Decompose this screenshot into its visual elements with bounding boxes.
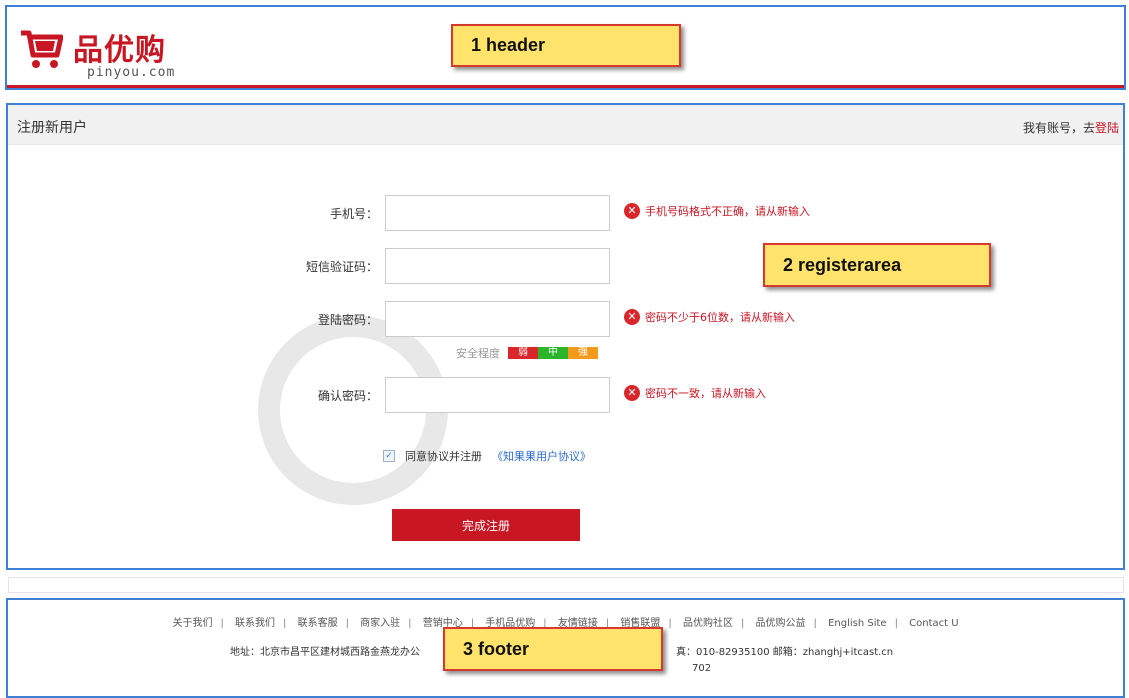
agree-checkbox[interactable]: ✓ xyxy=(383,450,395,462)
password-error: ✕ 密码不少于6位数，请从新输入 xyxy=(624,309,795,325)
error-icon: ✕ xyxy=(624,309,640,325)
phone-error-text: 手机号码格式不正确，请从新输入 xyxy=(645,205,810,218)
phone-input[interactable] xyxy=(385,195,610,231)
register-title: 注册新用户 xyxy=(17,120,87,136)
confirm-password-row: 确认密码： ✕ 密码不一致，请从新输入 xyxy=(8,377,1123,413)
footer-link[interactable]: Contact U xyxy=(909,618,958,629)
confirm-password-error: ✕ 密码不一致，请从新输入 xyxy=(624,385,766,401)
header-divider xyxy=(7,85,1124,88)
password-error-text: 密码不少于6位数，请从新输入 xyxy=(645,311,795,324)
confirm-password-label: 确认密码： xyxy=(317,389,378,403)
header-callout: 1 header xyxy=(451,24,681,67)
phone-label: 手机号： xyxy=(329,207,378,221)
submit-register-button[interactable]: 完成注册 xyxy=(392,509,580,541)
register-callout: 2 registerarea xyxy=(763,243,991,287)
login-link[interactable]: 登陆 xyxy=(1095,121,1119,135)
footer-link[interactable]: 商家入驻 xyxy=(360,618,400,629)
strength-label: 安全程度 xyxy=(456,347,500,360)
footer-address: 地址：北京市昌平区建材城西路金燕龙办公 xyxy=(230,647,420,658)
strength-mid: 中 xyxy=(538,347,568,359)
logo[interactable]: 品优购 pinyou.com xyxy=(15,21,195,81)
sms-code-input[interactable] xyxy=(385,248,610,284)
footer-contact: 真：010-82935100 邮箱：zhanghj+itcast.cn xyxy=(676,647,894,658)
logo-title: 品优购 xyxy=(73,33,166,68)
password-input[interactable] xyxy=(385,301,610,337)
footer-link[interactable]: English Site xyxy=(828,618,887,629)
logo-subtitle: pinyou.com xyxy=(87,65,176,80)
confirm-password-error-text: 密码不一致，请从新输入 xyxy=(645,387,766,400)
login-hint-text: 我有账号，去 xyxy=(1022,121,1095,135)
shopping-cart-icon xyxy=(21,30,63,68)
password-strength: 安全程度 弱 中 强 xyxy=(456,345,598,361)
phone-error: ✕ 手机号码格式不正确，请从新输入 xyxy=(624,203,810,219)
footer-link[interactable]: 品优购公益 xyxy=(756,618,806,629)
agreement-row: ✓ 同意协议并注册 《知果果用户协议》 xyxy=(383,448,591,464)
phone-row: 手机号： ✕ 手机号码格式不正确，请从新输入 xyxy=(8,195,1123,231)
agreement-link[interactable]: 《知果果用户协议》 xyxy=(492,448,591,464)
password-label: 登陆密码： xyxy=(317,313,378,327)
strength-strong: 强 xyxy=(568,347,598,359)
error-icon: ✕ xyxy=(624,385,640,401)
password-row: 登陆密码： ✕ 密码不少于6位数，请从新输入 xyxy=(8,301,1123,337)
register-titlebar: 注册新用户 我有账号，去登陆 xyxy=(8,105,1123,145)
footer-callout: 3 footer xyxy=(443,627,663,671)
footer-link[interactable]: 联系我们 xyxy=(235,618,275,629)
footer-link[interactable]: 关于我们 xyxy=(172,618,212,629)
strength-weak: 弱 xyxy=(508,347,538,359)
error-icon: ✕ xyxy=(624,203,640,219)
confirm-password-input[interactable] xyxy=(385,377,610,413)
login-hint: 我有账号，去登陆 xyxy=(1023,119,1119,136)
footer-link[interactable]: 联系客服 xyxy=(298,618,338,629)
register-section: 注册新用户 我有账号，去登陆 手机号： ✕ 手机号码格式不正确，请从新输入 短信验… xyxy=(6,103,1125,570)
sms-code-label: 短信验证码： xyxy=(305,260,378,274)
footer-icp: 702 xyxy=(692,663,712,674)
footer-link[interactable]: 品优购社区 xyxy=(683,618,733,629)
spacer-strip xyxy=(8,577,1124,593)
agree-text: 同意协议并注册 xyxy=(405,450,482,463)
